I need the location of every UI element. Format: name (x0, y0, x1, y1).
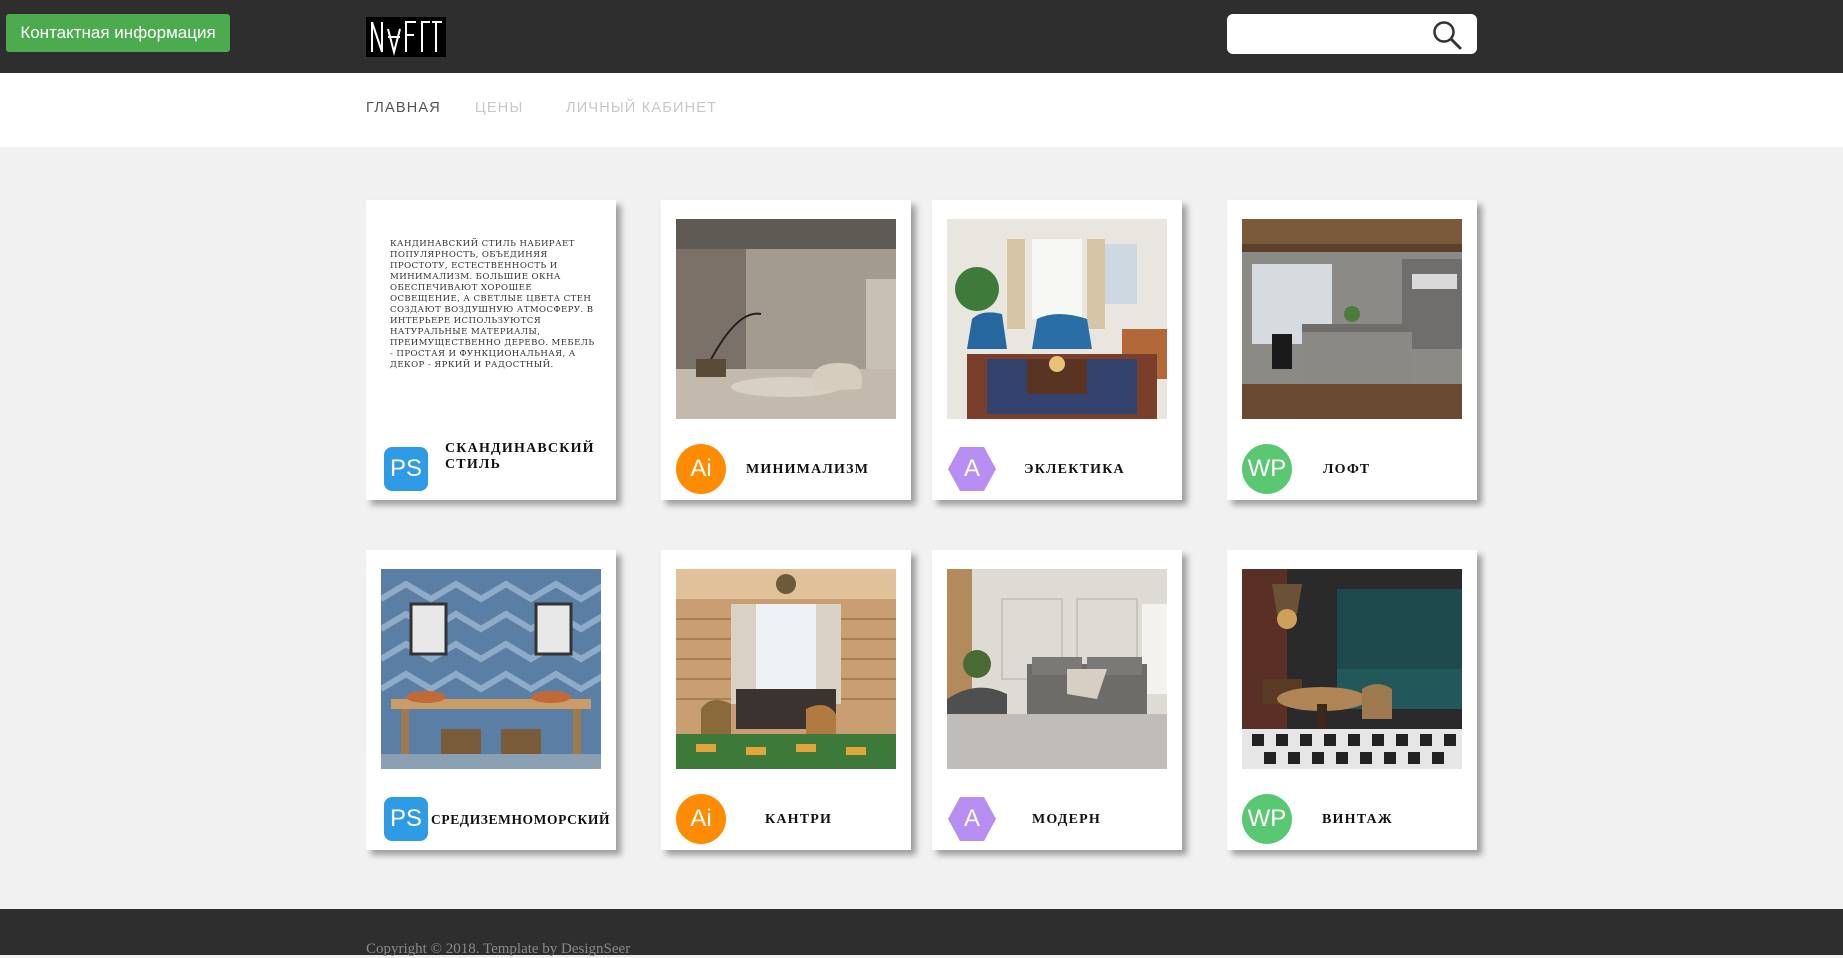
badge-label: Ai (690, 455, 712, 482)
badge-label: PS (389, 805, 422, 832)
card-mediterranean[interactable]: PS СРЕДИЗЕМНОМОРСКИЙ (366, 550, 616, 850)
card-title: ВИНТАЖ (1322, 812, 1393, 827)
card-country[interactable]: Ai КАНТРИ (661, 550, 911, 850)
main-nav: ГЛАВНАЯ ЦЕНЫ ЛИЧНЫЙ КАБИНЕТ (0, 73, 1843, 147)
modern-room-image (947, 569, 1167, 769)
card-title: ЛОФТ (1323, 462, 1371, 477)
card-title: МОДЕРН (1032, 812, 1102, 827)
badge-label: PS (389, 455, 422, 482)
contact-info-button[interactable]: Контактная информация (6, 14, 230, 52)
loft-room-image (1242, 219, 1462, 419)
site-logo[interactable] (366, 17, 446, 57)
card-title: ЭКЛЕКТИКА (1024, 462, 1125, 477)
nav-item-prices[interactable]: ЦЕНЫ (475, 100, 524, 116)
badge-icon: PS (381, 444, 431, 494)
card-vintage[interactable]: WP ВИНТАЖ (1227, 550, 1477, 850)
card-modern[interactable]: A МОДЕРН (932, 550, 1182, 850)
mediterranean-room-image (381, 569, 601, 769)
card-title: КАНТРИ (765, 812, 833, 827)
badge-icon: WP (1242, 794, 1292, 844)
badge-icon: Ai (676, 794, 726, 844)
card-title: СРЕДИЗЕМНОМОРСКИЙ (431, 812, 611, 827)
country-room-image (676, 569, 896, 769)
badge-label: Ai (690, 805, 712, 832)
card-scandinavian[interactable]: кандинавский стиль набирает популярность… (366, 200, 616, 500)
card-title: СКАНДИНАВСКИЙ СТИЛЬ (445, 441, 595, 472)
logo-mark-icon (366, 17, 446, 57)
card-loft[interactable]: WP ЛОФТ (1227, 200, 1477, 500)
badge-label: A (963, 805, 980, 832)
card-title: МИНИМАЛИЗМ (746, 462, 870, 477)
search-icon[interactable] (1431, 19, 1463, 51)
nav-item-account[interactable]: ЛИЧНЫЙ КАБИНЕТ (566, 100, 717, 116)
top-bar: Контактная информация (0, 0, 1843, 73)
badge-label: WP (1247, 455, 1287, 482)
card-minimalism[interactable]: Ai МИНИМАЛИЗМ (661, 200, 911, 500)
vintage-room-image (1242, 569, 1462, 769)
eclectic-room-image (947, 219, 1167, 419)
badge-icon: PS (381, 794, 431, 844)
footer: Copyright © 2018. Template by DesignSeer (0, 909, 1843, 957)
badge-icon: A (947, 794, 997, 844)
nav-item-home[interactable]: ГЛАВНАЯ (366, 100, 441, 116)
badge-label: A (963, 455, 980, 482)
search-box (1227, 14, 1477, 54)
badge-icon: A (947, 444, 997, 494)
card-eclectic[interactable]: A ЭКЛЕКТИКА (932, 200, 1182, 500)
minimalism-room-image (676, 219, 896, 419)
copyright-text: Copyright © 2018. Template by DesignSeer (366, 941, 631, 957)
badge-icon: Ai (676, 444, 726, 494)
badge-label: WP (1247, 805, 1287, 832)
search-input[interactable] (1237, 20, 1421, 50)
card-description: кандинавский стиль набирает популярность… (390, 239, 595, 370)
badge-icon: WP (1242, 444, 1292, 494)
